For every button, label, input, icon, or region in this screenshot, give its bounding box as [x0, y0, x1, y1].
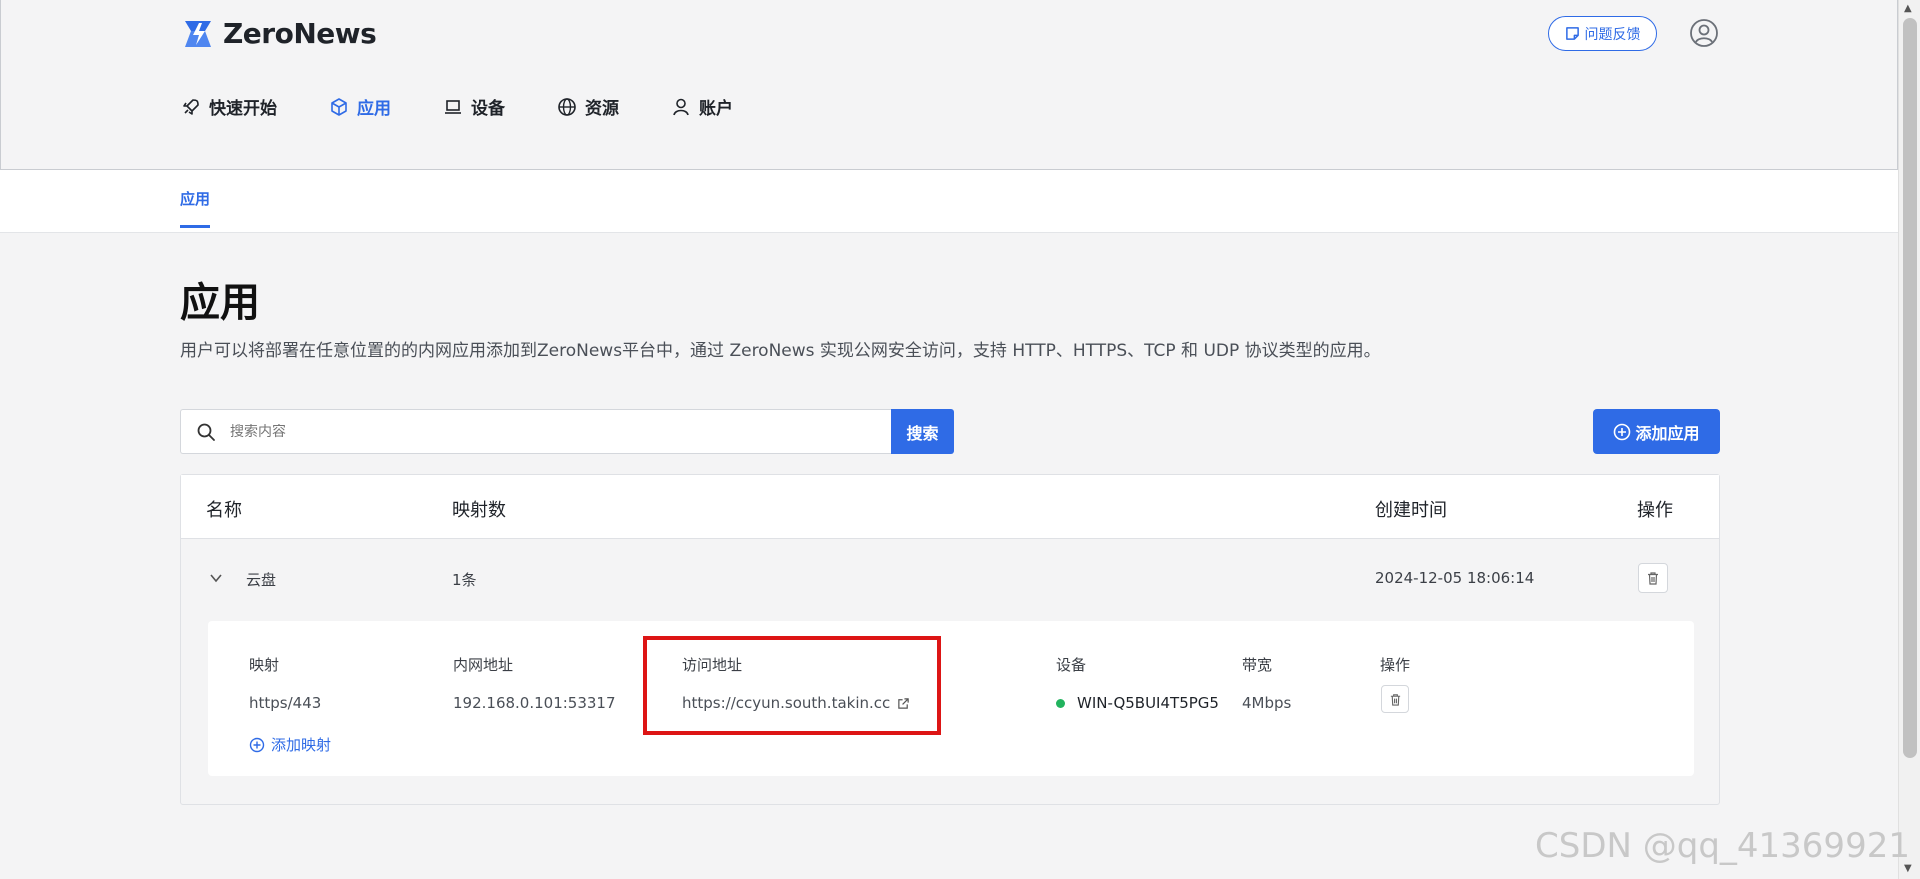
apps-table: 名称 映射数 创建时间 操作 云盘 1条 2024-12-05 18:06:14… [180, 474, 1720, 805]
header-name: 名称 [206, 500, 242, 521]
vertical-scrollbar[interactable]: ▲ ▼ [1898, 0, 1920, 879]
chevron-down-icon[interactable] [209, 571, 223, 585]
mapping-protocol: https/443 [249, 694, 322, 712]
nav-quickstart[interactable]: 快速开始 [181, 94, 277, 119]
nav-account[interactable]: 账户 [671, 94, 733, 119]
nav-label: 资源 [585, 99, 619, 119]
page-description: 用户可以将部署在任意位置的的内网应用添加到ZeroNews平台中，通过 Zero… [180, 341, 1381, 361]
detail-header-mapping: 映射 [249, 656, 280, 674]
nav-devices[interactable]: 设备 [443, 94, 505, 119]
plus-circle-icon [1614, 423, 1631, 440]
plus-circle-icon [249, 737, 265, 752]
nav-label: 快速开始 [209, 99, 277, 119]
annotation-highlight-box [643, 636, 941, 735]
online-status-dot [1056, 699, 1065, 708]
scroll-thumb[interactable] [1903, 18, 1917, 758]
bandwidth-value: 4Mbps [1242, 694, 1292, 712]
logo-icon [185, 20, 211, 47]
search-icon [197, 423, 215, 441]
search-button[interactable]: 搜索 [891, 409, 954, 454]
search-bar: 搜索 [180, 409, 954, 454]
nav-resources[interactable]: 资源 [557, 94, 619, 119]
user-icon [673, 98, 689, 115]
add-mapping-button[interactable]: 添加映射 [249, 734, 331, 755]
search-input[interactable] [230, 423, 830, 440]
mapping-detail-panel: 映射 内网地址 访问地址 设备 带宽 操作 https/443 192.168.… [208, 621, 1694, 776]
row-name: 云盘 [246, 571, 277, 589]
delete-mapping-button[interactable] [1381, 685, 1409, 713]
page-title: 应用 [180, 280, 260, 326]
top-header: ZeroNews 问题反馈 快速开始 应用 设备 资源 账户 [0, 0, 1898, 170]
tab-apps[interactable]: 应用 [180, 188, 211, 228]
table-header: 名称 映射数 创建时间 操作 [181, 475, 1719, 539]
header-created: 创建时间 [1375, 500, 1447, 521]
table-row[interactable]: 云盘 1条 2024-12-05 18:06:14 [181, 539, 1719, 619]
detail-header-device: 设备 [1056, 656, 1087, 674]
main-nav: 快速开始 应用 设备 资源 账户 [181, 94, 785, 119]
nav-label: 应用 [357, 99, 391, 119]
trash-icon [1648, 572, 1658, 585]
header-mappings: 映射数 [452, 500, 506, 521]
lan-address: 192.168.0.101:53317 [453, 694, 616, 712]
feedback-label: 问题反馈 [1584, 26, 1641, 43]
user-avatar-icon[interactable] [1689, 18, 1719, 48]
delete-app-button[interactable] [1638, 563, 1668, 593]
device-name[interactable]: WIN-Q5BUI4T5PG5 [1077, 694, 1219, 712]
feedback-button[interactable]: 问题反馈 [1548, 16, 1657, 51]
add-app-label: 添加应用 [1635, 423, 1700, 443]
globe-icon [558, 97, 576, 116]
nav-label: 设备 [471, 99, 505, 119]
watermark: CSDN @qq_41369921 [1535, 826, 1910, 866]
scroll-up-icon[interactable]: ▲ [1904, 3, 1912, 14]
add-mapping-label: 添加映射 [271, 736, 332, 754]
header-actions: 操作 [1637, 500, 1673, 521]
row-created: 2024-12-05 18:06:14 [1375, 569, 1535, 587]
note-icon [1565, 27, 1579, 40]
rocket-icon [183, 98, 199, 115]
add-app-button[interactable]: 添加应用 [1593, 409, 1720, 454]
detail-header-lan: 内网地址 [453, 656, 514, 674]
brand-name: ZeroNews [223, 17, 377, 50]
device-status: WIN-Q5BUI4T5PG5 [1056, 694, 1219, 712]
nav-apps[interactable]: 应用 [329, 94, 391, 119]
detail-header-actions: 操作 [1380, 656, 1411, 674]
sub-nav: 应用 [0, 170, 1898, 233]
trash-icon [1390, 693, 1400, 706]
search-field[interactable] [180, 409, 891, 454]
cube-icon [331, 97, 347, 116]
nav-label: 账户 [699, 99, 733, 119]
row-mappings: 1条 [452, 571, 477, 589]
brand-logo[interactable]: ZeroNews [181, 17, 377, 50]
laptop-icon [445, 99, 461, 114]
detail-header-bandwidth: 带宽 [1242, 656, 1273, 674]
